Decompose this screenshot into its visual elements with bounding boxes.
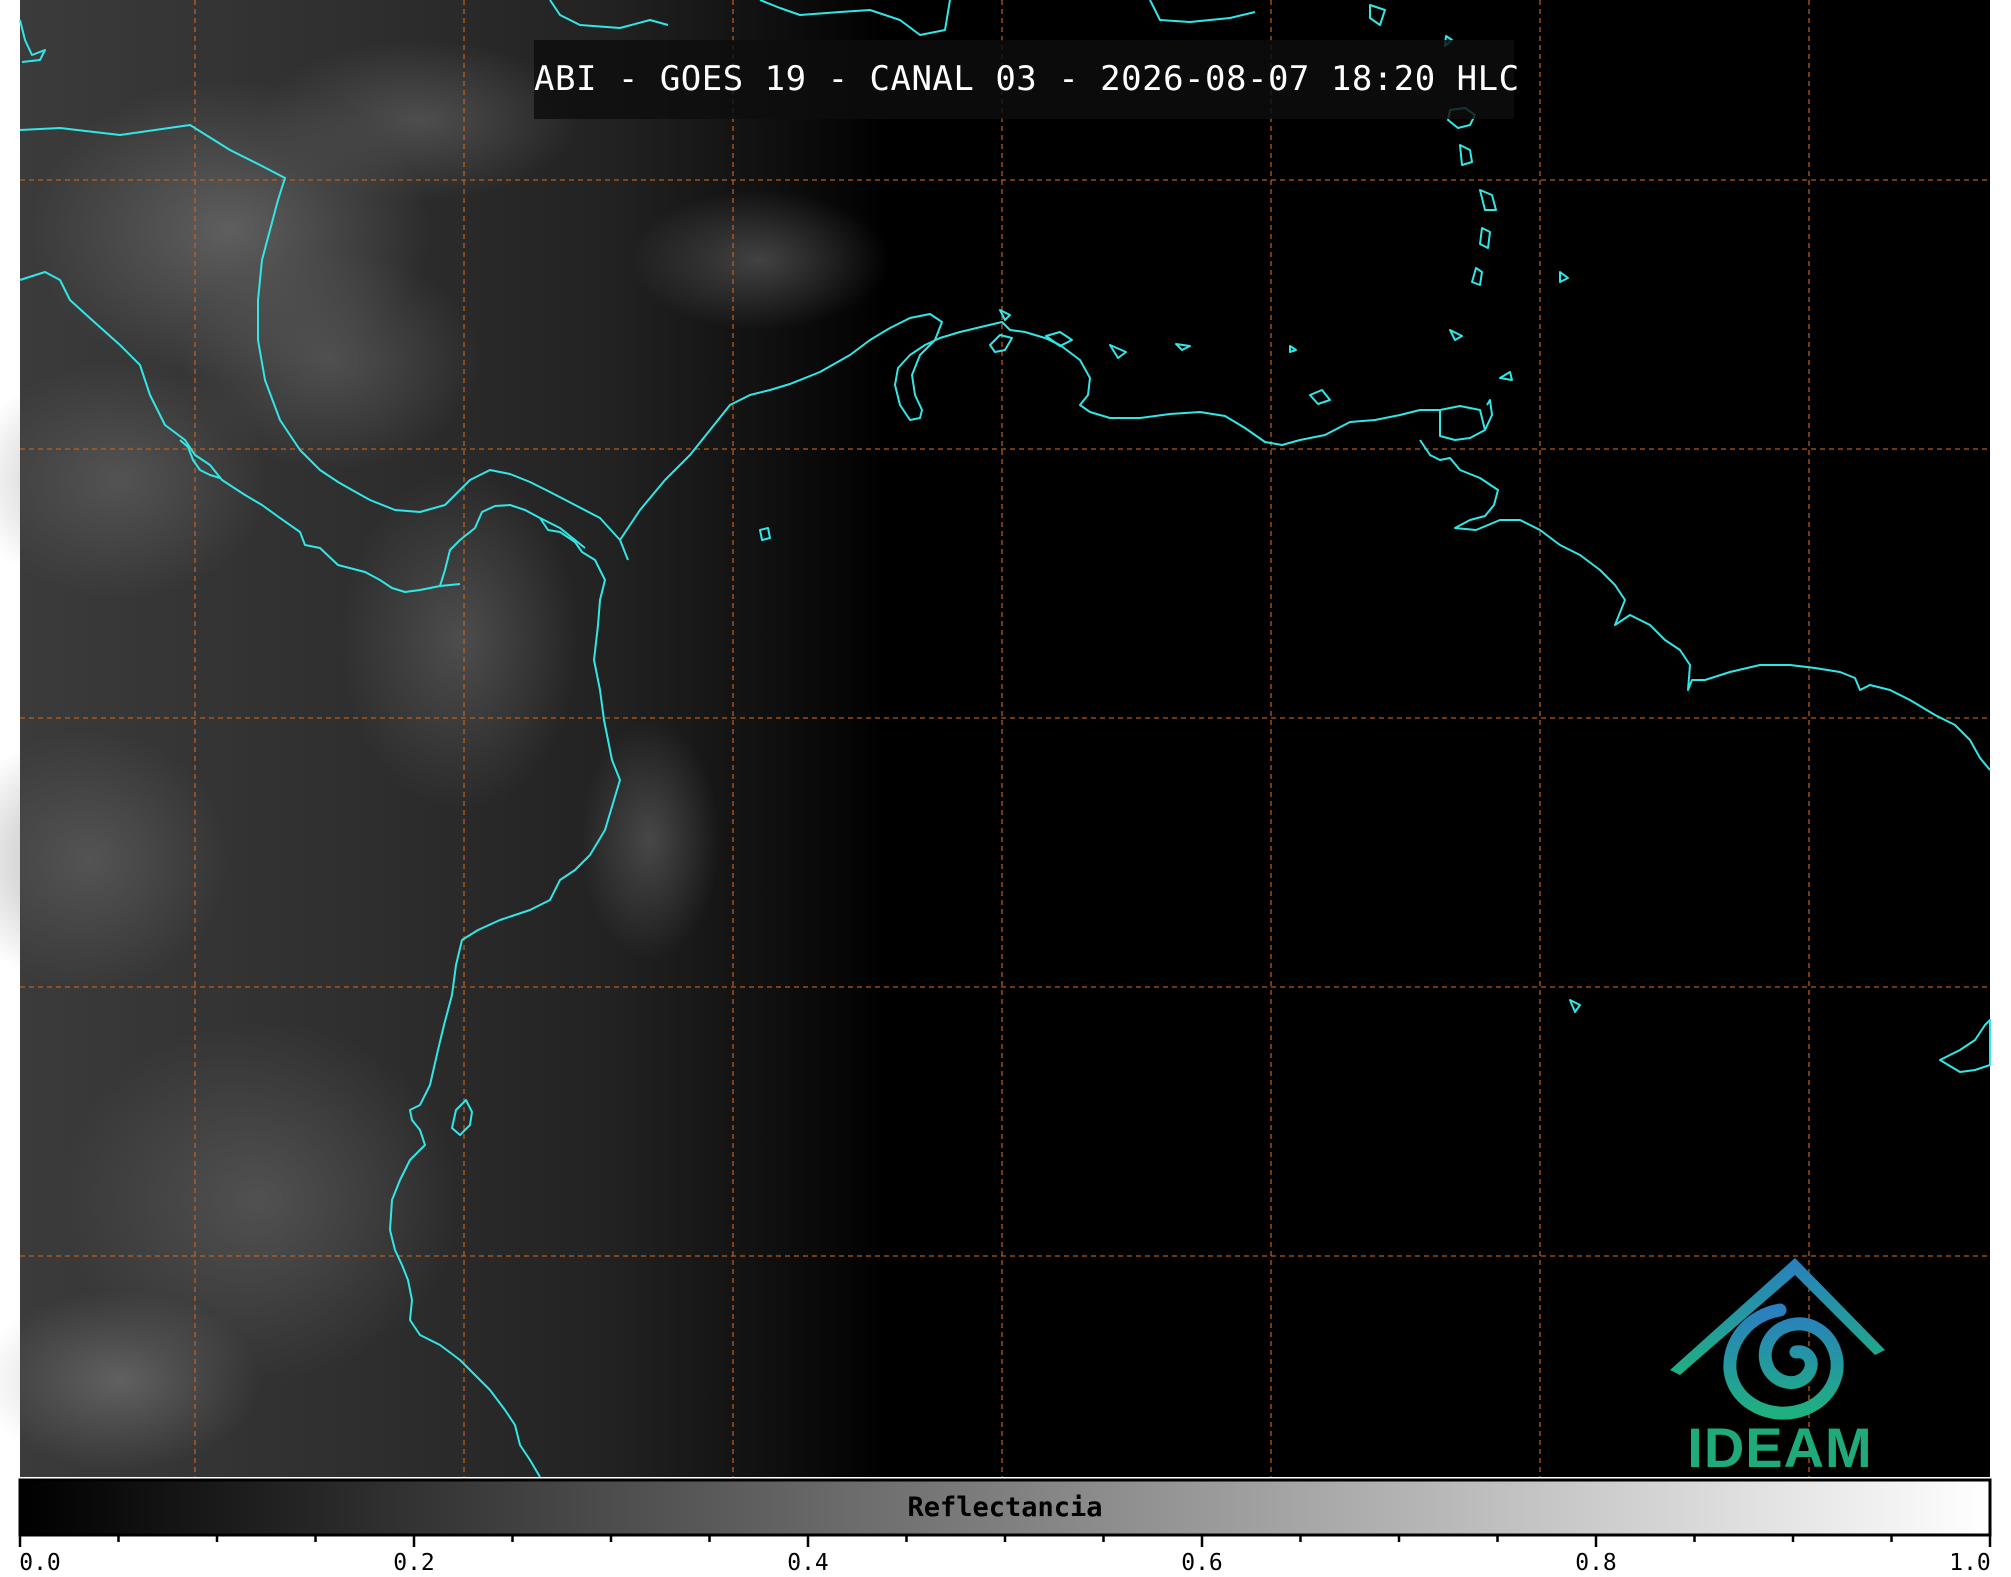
- colorbar-tick-label: 0.6: [1181, 1550, 1223, 1576]
- satellite-image: [0, 0, 1992, 1547]
- colorbar-tick-label: 0.0: [19, 1550, 61, 1576]
- logo-wordmark: IDEAM: [1687, 1416, 1873, 1479]
- colorbar-tick-label: 0.4: [787, 1550, 829, 1576]
- colorbar-tick-label: 0.8: [1575, 1550, 1617, 1576]
- colorbar-tick-label: 0.2: [393, 1550, 435, 1576]
- colorbar-label: Reflectancia: [907, 1492, 1103, 1523]
- colorbar-tick-label: 1.0: [1949, 1550, 1991, 1576]
- image-title: ABI - GOES 19 - CANAL 03 - 2026-08-07 18…: [534, 59, 1520, 99]
- colorbar-ticks: [18, 1535, 1992, 1547]
